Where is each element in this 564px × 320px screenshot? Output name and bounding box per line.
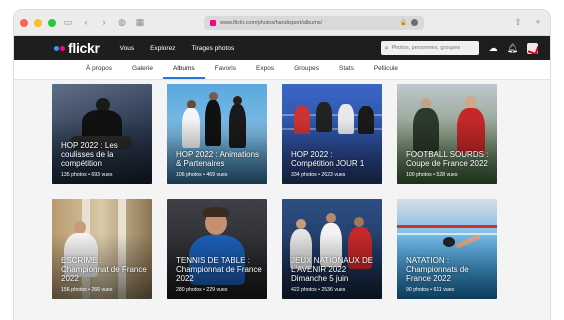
album-card[interactable]: TENNIS DE TABLE : Championnat de France … — [167, 199, 267, 299]
album-meta: 280 photos • 229 vues — [176, 287, 228, 293]
search-input[interactable] — [391, 45, 474, 51]
album-title[interactable]: TENNIS DE TABLE : Championnat de France … — [176, 256, 262, 283]
flickr-favicon-icon — [210, 19, 216, 26]
album-title[interactable]: JEUX NATIONAUX DE L'AVENIR 2022 Dimanche… — [291, 256, 377, 283]
album-card[interactable]: JEUX NATIONAUX DE L'AVENIR 2022 Dimanche… — [282, 199, 382, 299]
tab-camera-roll[interactable]: Pellicule — [364, 60, 408, 79]
minimize-window-button[interactable] — [34, 18, 42, 27]
album-meta: 106 photos • 469 vues — [176, 172, 228, 178]
nav-prints[interactable]: Tirages photos — [191, 45, 234, 52]
tab-gallery[interactable]: Galerie — [122, 60, 163, 79]
album-title[interactable]: HOP 2022 : Les coulisses de la compétiti… — [61, 141, 147, 168]
album-title[interactable]: HOP 2022 : Animations & Partenaires — [176, 150, 262, 168]
album-card[interactable]: HOP 2022 : Compétition JOUR 1 334 photos… — [282, 84, 382, 184]
album-title[interactable]: NATATION : Championnats de France 2022 — [406, 256, 492, 283]
tab-stats[interactable]: Stats — [329, 60, 364, 79]
avatar[interactable] — [527, 42, 538, 54]
browser-toolbar: ▭ ‹ › ◍ ▦ www.flickr.com/photos/handispo… — [14, 10, 550, 36]
album-meta: 100 photos • 528 vues — [406, 172, 458, 178]
logo-text: flickr — [68, 40, 100, 56]
profile-tabs: À propos Galerie Albums Favoris Expos Gr… — [14, 60, 550, 80]
forward-icon[interactable]: › — [98, 18, 110, 27]
album-meta: 422 photos • 2536 vues — [291, 287, 346, 293]
tab-groups[interactable]: Groupes — [284, 60, 329, 79]
tab-overview-icon[interactable]: ▦ — [134, 18, 146, 27]
back-icon[interactable]: ‹ — [80, 18, 92, 27]
logo-blue-dot — [54, 45, 59, 51]
search-icon[interactable]: ⌕ — [385, 45, 389, 52]
album-title[interactable]: FOOTBALL SOURDS : Coupe de France 2022 — [406, 150, 492, 168]
album-card[interactable]: HOP 2022 : Les coulisses de la compétiti… — [52, 84, 152, 184]
tab-albums[interactable]: Albums — [163, 60, 205, 79]
album-card[interactable]: FOOTBALL SOURDS : Coupe de France 2022 1… — [397, 84, 497, 184]
lock-icon: 🔒 — [399, 20, 407, 26]
album-card[interactable]: HOP 2022 : Animations & Partenaires 106 … — [167, 84, 267, 184]
album-title[interactable]: HOP 2022 : Compétition JOUR 1 — [291, 150, 377, 168]
tab-about[interactable]: À propos — [76, 60, 122, 79]
upload-cloud-icon[interactable]: ☁ — [489, 43, 498, 53]
flickr-top-nav: flickr Vous Explorez Tirages photos ⌕ ☁ … — [14, 36, 550, 60]
tab-expos[interactable]: Expos — [246, 60, 284, 79]
nav-you[interactable]: Vous — [120, 45, 134, 52]
close-window-button[interactable] — [20, 18, 28, 27]
flickr-logo[interactable]: flickr — [54, 40, 100, 56]
album-meta: 90 photos • 611 vues — [406, 287, 455, 293]
nav-explore[interactable]: Explorez — [150, 45, 175, 52]
album-meta: 135 photos • 693 vues — [61, 172, 113, 178]
album-meta: 156 photos • 266 vues — [61, 287, 113, 293]
album-meta: 334 photos • 2623 vues — [291, 172, 346, 178]
notifications-bell-icon[interactable]: 🔔︎ — [507, 43, 518, 53]
album-card[interactable]: NATATION : Championnats de France 2022 9… — [397, 199, 497, 299]
address-bar[interactable]: www.flickr.com/photos/handisport/albums/… — [204, 15, 424, 30]
sidebar-toggle-icon[interactable]: ▭ — [62, 18, 74, 27]
tab-favorites[interactable]: Favoris — [205, 60, 246, 79]
album-title[interactable]: ESCRIME : Championnat de France 2022 — [61, 256, 147, 283]
reload-icon[interactable] — [411, 19, 418, 26]
new-tab-icon[interactable]: + — [532, 18, 544, 27]
share-icon[interactable]: ⇪ — [512, 18, 524, 27]
url-text[interactable]: www.flickr.com/photos/handisport/albums/ — [220, 20, 396, 26]
album-card[interactable]: ESCRIME : Championnat de France 2022 156… — [52, 199, 152, 299]
albums-grid: HOP 2022 : Les coulisses de la compétiti… — [52, 84, 497, 299]
logo-pink-dot — [60, 45, 65, 51]
maximize-window-button[interactable] — [48, 18, 56, 27]
search-box[interactable]: ⌕ — [380, 41, 479, 55]
privacy-shield-icon[interactable]: ◍ — [116, 18, 128, 27]
